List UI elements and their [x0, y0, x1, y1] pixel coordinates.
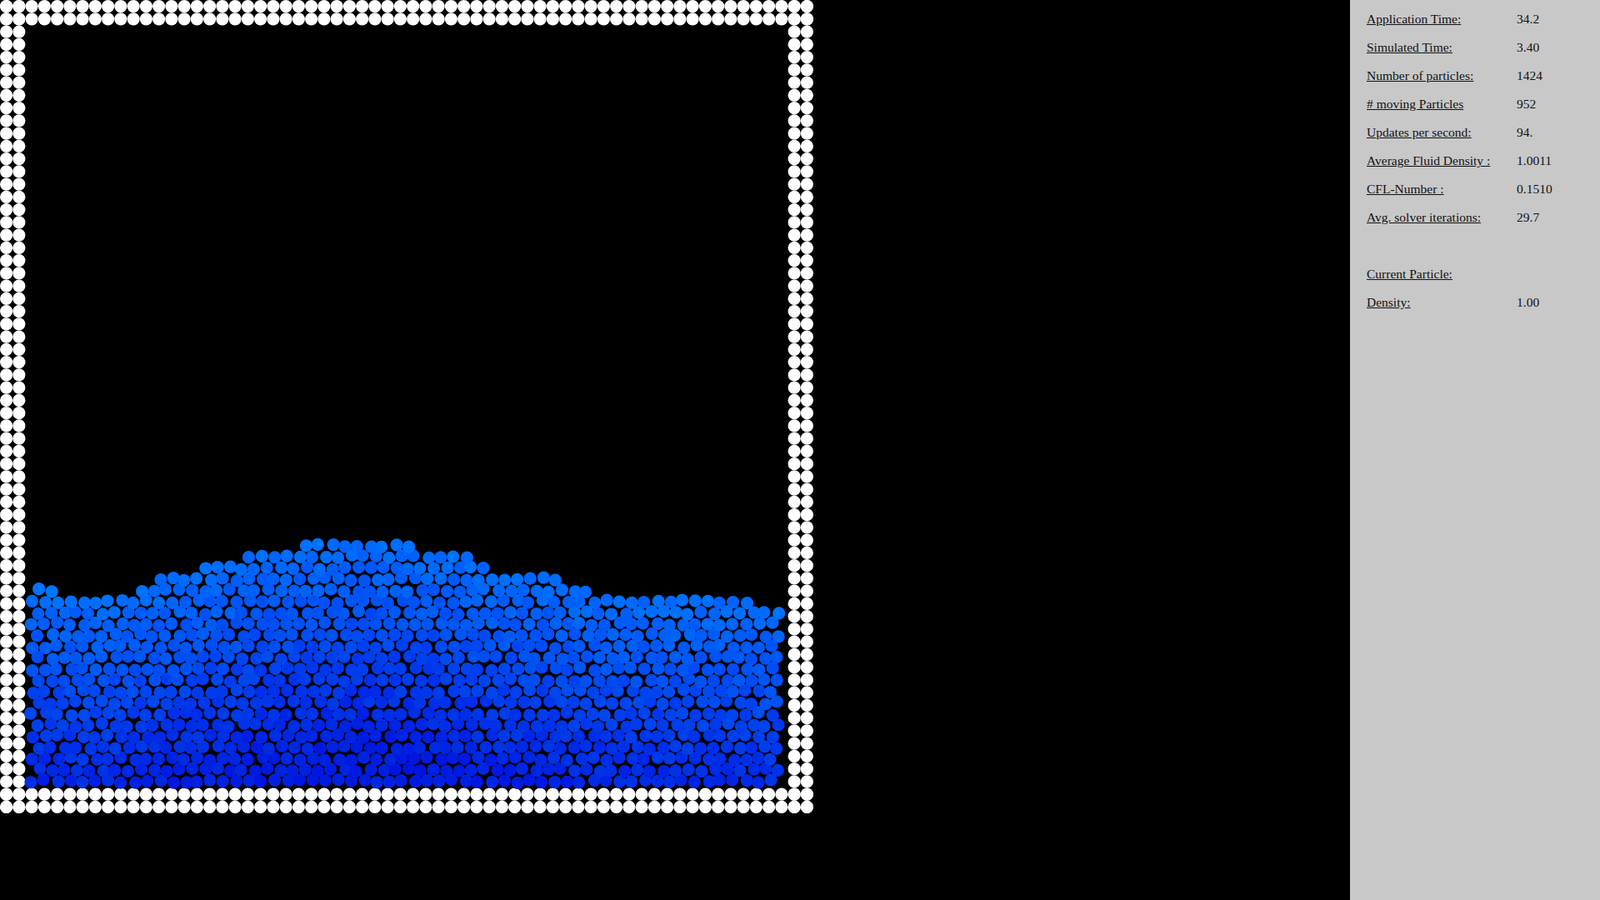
- info-panel: Application Time:34.2Simulated Time:3.40…: [1350, 0, 1600, 900]
- info-value: 94.: [1516, 122, 1533, 142]
- info-label: Number of particles:: [1366, 65, 1517, 85]
- info-label: Application Time:: [1366, 9, 1517, 29]
- info-row: Application Time:34.2: [1366, 5, 1584, 34]
- info-label: Current Particle:: [1366, 264, 1517, 284]
- info-row: Average Fluid Density :1.0011: [1366, 146, 1584, 175]
- info-row: Avg. solver iterations:29.7: [1366, 203, 1584, 232]
- info-label: Density:: [1366, 292, 1517, 312]
- simulation-view[interactable]: [0, 0, 1350, 900]
- info-label: Avg. solver iterations:: [1366, 207, 1517, 227]
- spacer: [1366, 231, 1584, 260]
- info-row: Number of particles:1424: [1366, 61, 1584, 90]
- info-label: # moving Particles: [1366, 94, 1517, 114]
- info-value: 952: [1516, 94, 1536, 114]
- info-value: 1424: [1516, 65, 1543, 85]
- info-label: Average Fluid Density :: [1366, 150, 1517, 170]
- info-label: Simulated Time:: [1366, 37, 1517, 57]
- info-row: Density:1.00: [1366, 288, 1584, 317]
- info-row: Simulated Time:3.40: [1366, 33, 1584, 62]
- info-row: CFL-Number :0.1510: [1366, 175, 1584, 204]
- info-label: CFL-Number :: [1366, 179, 1517, 199]
- info-row: # moving Particles952: [1366, 90, 1584, 119]
- info-label: Updates per second:: [1366, 122, 1517, 142]
- info-value: 3.40: [1516, 37, 1540, 57]
- info-value: 1.00: [1516, 292, 1540, 312]
- info-row: Updates per second:94.: [1366, 118, 1584, 147]
- info-value: 1.0011: [1516, 150, 1552, 170]
- info-value: 0.1510: [1516, 179, 1553, 199]
- fluid-canvas[interactable]: [0, 0, 814, 814]
- info-row: Current Particle:: [1366, 260, 1584, 289]
- info-value: 34.2: [1516, 9, 1540, 29]
- info-value: 29.7: [1516, 207, 1540, 227]
